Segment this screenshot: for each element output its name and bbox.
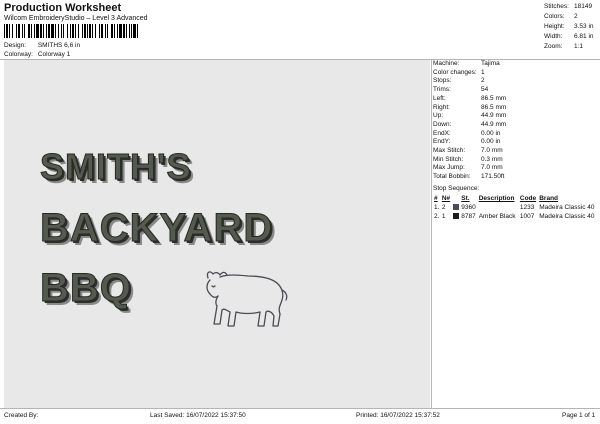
bull-icon (206, 271, 288, 327)
detail-row: Max Jump: 7.0 mm (433, 164, 503, 172)
design-value: SMITHS 6,6 in (37, 42, 81, 49)
stat-stitches: Stitches: 18149 (544, 3, 593, 10)
detail-row: Right: 86.5 mm (433, 103, 507, 111)
footer-printed: Printed: 16/07/2022 15:37:52 (356, 412, 440, 419)
design-text-line2: BACKYARD (39, 206, 274, 251)
design-text-line3: BBQ (40, 266, 132, 311)
design-label: Design: (4, 42, 27, 49)
detail-row: Total Bobbin: 171.50ft (433, 173, 505, 181)
colorway-label: Colorway: (4, 51, 33, 58)
summary-stats: Stitches: 18149 Colors: 2 Height: 3.53 in W… (544, 2, 600, 52)
stop-sequence-table: # N# St. Description Code Brand 1. 2 936… (433, 194, 599, 221)
colorway-row: Colorway: Colorway 1 (4, 51, 70, 58)
panel-divider (431, 59, 432, 408)
detail-row: Color changes: 1 (433, 68, 485, 76)
col-header-n: N# (441, 195, 451, 202)
detail-row: EndX: 0.00 in (433, 129, 501, 137)
detail-row: Up: 44.9 mm (433, 112, 507, 120)
design-text-line1: SMITH'S (40, 146, 192, 188)
stat-width: Width: 6.81 in (544, 33, 594, 40)
detail-row: Trims: 54 (433, 86, 489, 94)
col-header-brand: Brand (539, 195, 559, 202)
col-header-num: # (434, 195, 438, 202)
detail-row: Machine: Tajima (433, 60, 500, 67)
col-header-st: St. (461, 195, 470, 202)
stat-colors: Colors: 2 (544, 13, 578, 20)
color-swatch (452, 213, 459, 220)
table-row: 1. 2 9360 1233 Madeira Classic 40 (434, 204, 595, 211)
detail-row: Down: 44.9 mm (433, 120, 507, 128)
table-row: 2. 1 8787 Amber Black 1007 Madeira Class… (434, 213, 595, 220)
software-subtitle: Wilcom EmbroideryStudio – Level 3 Advanc… (4, 15, 148, 22)
col-header-description: Description (478, 195, 515, 202)
footer-last-saved: Last Saved: 16/07/2022 15:37:50 (150, 412, 246, 419)
footer-divider (0, 408, 600, 409)
stop-sequence-title: Stop Sequence: (433, 185, 480, 192)
machine-details: Machine: Tajima Color changes: 1 Stops: 2 T… (433, 60, 597, 182)
col-header-swatch (452, 194, 460, 203)
footer-page: Page 1 of 1 (562, 412, 596, 419)
design-row: Design: SMITHS 6,6 in (4, 42, 80, 49)
production-worksheet: Production Worksheet Wilcom EmbroiderySt… (0, 0, 600, 424)
col-header-code: Code (519, 195, 537, 202)
barcode (4, 24, 140, 38)
detail-row: Max Stitch: 7.0 mm (433, 147, 503, 155)
detail-row: Min Stitch: 0.3 mm (433, 155, 503, 163)
worksheet-title: Production Worksheet (4, 2, 122, 14)
color-swatch (452, 204, 459, 211)
detail-row: Stops: 2 (433, 77, 485, 85)
footer-created-by: Created By: (4, 412, 39, 419)
stat-height: Height: 3.53 in (544, 23, 594, 30)
colorway-value: Colorway 1 (37, 51, 71, 58)
detail-row: Left: 86.5 mm (433, 94, 507, 102)
detail-row: EndY: 0.00 in (433, 138, 501, 146)
stat-zoom: Zoom: 1:1 (544, 43, 584, 50)
table-header-row: # N# St. Description Code Brand (433, 194, 599, 203)
